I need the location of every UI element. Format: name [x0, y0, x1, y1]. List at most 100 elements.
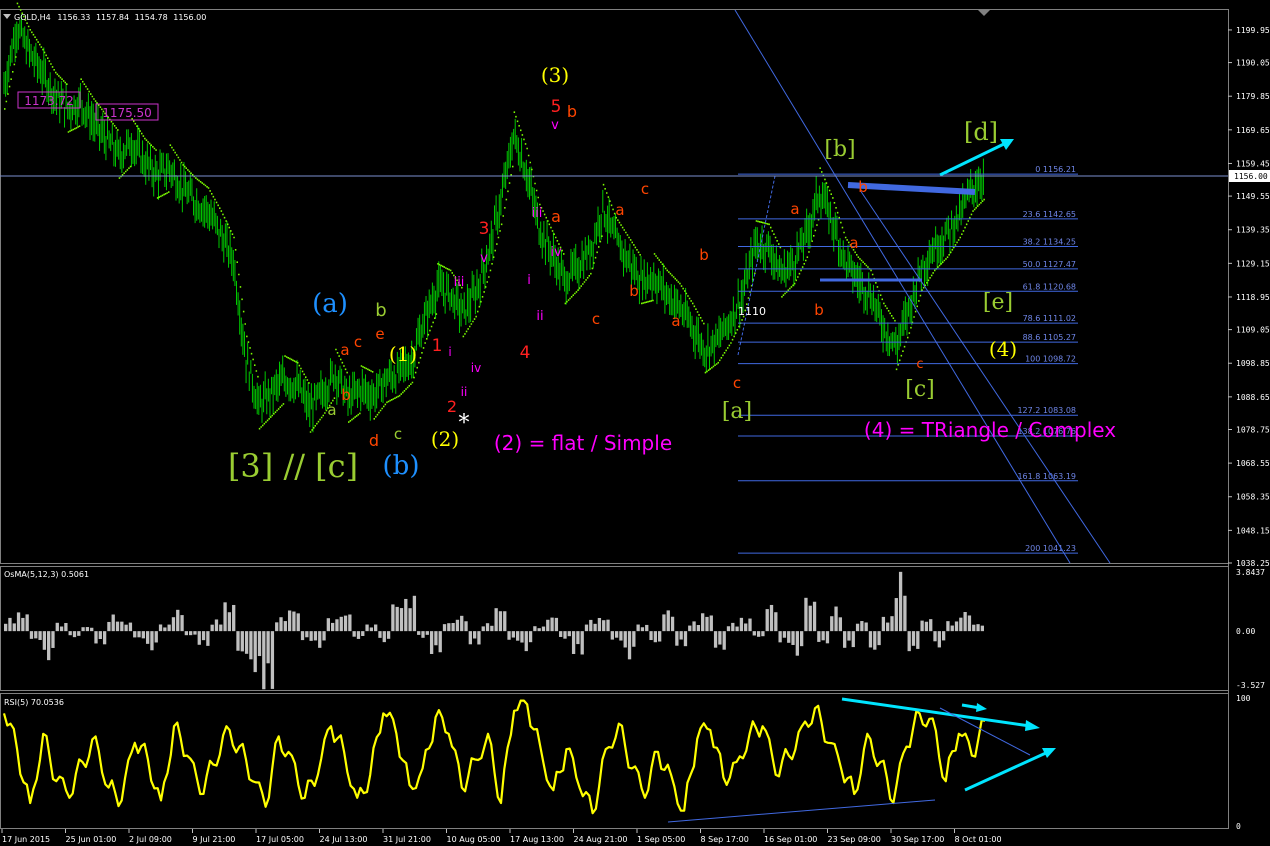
ohlc-high: 1157.84: [96, 13, 129, 22]
osma-bar: [335, 619, 339, 632]
osma-bar: [98, 631, 102, 640]
rsi-lower-trendline[interactable]: [964, 750, 1049, 792]
wave-label: i: [448, 345, 451, 359]
osma-bar: [244, 631, 249, 654]
time-axis-label: 30 Sep 17:00: [891, 835, 944, 844]
wave-label: (2): [431, 427, 459, 451]
osma-bar: [326, 618, 330, 632]
wave-label: (4) = TRiangle / Complex: [864, 418, 1116, 442]
chart-menu-triangle[interactable]: [3, 14, 11, 19]
wave-label: c: [354, 333, 362, 351]
osma-bar: [206, 631, 210, 646]
osma-bar: [249, 631, 253, 660]
osma-bar: [602, 620, 606, 632]
osma-bar: [90, 627, 94, 632]
wave-label: a: [340, 341, 349, 359]
time-axis-label: 1 Sep 05:00: [637, 835, 685, 844]
fib-level-label: 200 1041.23: [1025, 544, 1076, 553]
osma-bar: [825, 631, 830, 644]
osma-bar: [305, 631, 309, 638]
osma-bar: [524, 631, 528, 652]
osma-bar: [331, 622, 335, 632]
time-axis-label: 17 Jun 2015: [2, 835, 50, 844]
osma-bar: [468, 631, 472, 645]
osma-bar: [623, 631, 627, 648]
osma-bar: [4, 623, 8, 632]
osma-bar: [533, 626, 537, 632]
wave-label: (3): [541, 63, 569, 87]
osma-bar: [412, 595, 417, 632]
osma-bar: [275, 622, 279, 632]
osma-bar: [692, 621, 696, 632]
osma-bar: [102, 631, 107, 645]
osma-bar: [447, 623, 451, 632]
channel-line-upper[interactable]: [734, 9, 1071, 564]
osma-bar: [352, 631, 356, 637]
osma-bar: [640, 627, 645, 632]
osma-bar: [559, 631, 563, 637]
osma-bar: [765, 609, 769, 632]
osma-bar: [240, 631, 244, 652]
fib-anchor-line[interactable]: [737, 175, 776, 356]
osma-bar: [843, 631, 847, 648]
osma-bar: [477, 631, 481, 645]
chart-shift-marker[interactable]: [978, 10, 990, 16]
osma-bar: [223, 602, 227, 632]
osma-bar: [860, 621, 864, 632]
osma-bar: [64, 623, 68, 632]
wave-label: iii: [454, 275, 465, 290]
osma-bar: [378, 631, 382, 638]
osma-bar: [128, 622, 133, 632]
time-axis-label: 10 Aug 05:00: [447, 835, 501, 844]
osma-bar: [193, 631, 197, 635]
osma-bar: [503, 611, 507, 632]
wave-label: iv: [550, 245, 562, 260]
osma-bar: [498, 611, 503, 632]
osma-bar: [21, 617, 25, 632]
osma-bar: [507, 631, 511, 640]
osma-bar: [903, 595, 907, 632]
wave-label: a: [671, 312, 680, 330]
osma-bar: [343, 615, 348, 632]
osma-bar: [683, 631, 688, 647]
osma-axis: 3.8437 0.00 -3.527: [1236, 568, 1265, 690]
osma-bar: [120, 621, 124, 632]
wave-label: iii: [532, 206, 543, 221]
osma-bar: [666, 610, 670, 632]
wave-label: i: [527, 273, 531, 288]
fib-level-label: 50.0 1127.47: [1023, 260, 1076, 269]
osma-bar: [42, 631, 47, 650]
osma-bar: [296, 613, 300, 632]
rsi-thin-upper-line[interactable]: [939, 707, 1031, 756]
price-axis-label: 1129.15: [1236, 259, 1270, 268]
time-axis: 17 Jun 2015 25 Jun 01:00 2 Jul 09:00 9 Jul …: [1, 829, 1002, 844]
osma-bar: [189, 631, 193, 636]
current-price-text: 1156.00: [1234, 172, 1268, 181]
osma-bar: [115, 621, 120, 632]
wave-label: (4): [989, 337, 1017, 361]
time-axis-label: 23 Sep 09:00: [828, 835, 881, 844]
osma-bar: [158, 624, 163, 632]
wave-label: ii: [536, 309, 543, 324]
osma-bar: [137, 631, 141, 638]
osma-bar: [16, 612, 21, 632]
osma-bar: [787, 631, 791, 643]
osma-bar: [339, 616, 343, 632]
osma-bar: [688, 625, 692, 632]
osma-bar: [438, 631, 442, 653]
osma-bar: [748, 618, 752, 632]
osma-bar: [924, 621, 929, 632]
fibonacci-retracement[interactable]: 0 1156.21 23.6 1142.65 38.2 1134.25 50.0 11…: [738, 165, 1078, 554]
osma-bar: [85, 627, 90, 632]
osma-bar: [455, 619, 460, 632]
wave-label: c: [592, 310, 600, 328]
osma-bar: [201, 631, 206, 641]
osma-bar: [980, 625, 984, 632]
osma-bar: [675, 631, 679, 646]
osma-bar: [670, 616, 675, 632]
rsi-upper-trendline[interactable]: [841, 697, 1031, 728]
wave-label: b: [629, 282, 639, 300]
osma-histogram: [4, 571, 984, 690]
rsi-thin-lower-line[interactable]: [667, 799, 936, 823]
osma-bar: [610, 631, 614, 640]
